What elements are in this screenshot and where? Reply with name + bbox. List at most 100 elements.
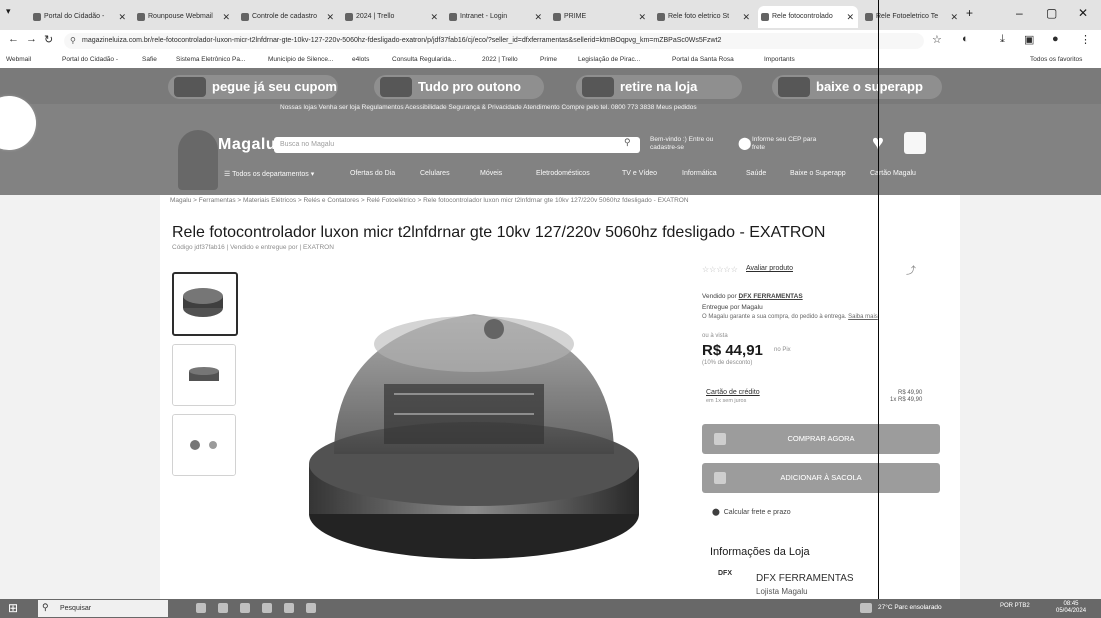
tab-rele-foto-eletrico[interactable]: Rele foto eletrico St ✕ — [654, 6, 754, 28]
close-icon[interactable]: ✕ — [638, 6, 646, 28]
store-name[interactable]: DFX FERRAMENTAS — [756, 573, 854, 584]
nav-celulares[interactable]: Celulares — [420, 170, 450, 177]
bookmark-item[interactable]: Webmail — [6, 52, 31, 68]
sidepanel-icon[interactable]: ▣ — [1024, 33, 1034, 46]
buy-now-button[interactable]: COMPRAR AGORA — [702, 424, 940, 454]
nav-ofertas[interactable]: Ofertas do Dia — [350, 170, 395, 177]
windows-start-icon[interactable]: ⊞ — [8, 601, 22, 615]
chrome-icon[interactable] — [218, 603, 228, 613]
breadcrumb[interactable]: Magalu > Ferramentas > Materiais Elétric… — [170, 197, 689, 204]
tab-rele-fotoeletrico[interactable]: Rele Fotoeletrico Te ✕ — [862, 6, 962, 28]
guarantee-link[interactable]: Saiba mais — [848, 314, 878, 320]
tab-favicon — [137, 13, 145, 21]
maximize-icon[interactable]: ▢ — [1046, 6, 1057, 20]
price-label: ou à vista — [702, 333, 728, 339]
bookmark-item[interactable]: Consulta Regularida... — [392, 52, 456, 68]
close-icon[interactable]: ✕ — [326, 6, 334, 28]
credit-card-link[interactable]: Cartão de crédito — [706, 389, 760, 396]
app-icon[interactable] — [262, 603, 272, 613]
sold-by: Vendido por DFX FERRAMENTAS — [702, 293, 803, 300]
cep-link[interactable]: Informe seu CEP para frete — [752, 136, 822, 152]
taskbar-search[interactable]: Pesquisar — [38, 600, 168, 617]
star-icon[interactable]: ☆ — [932, 33, 942, 46]
nav-superapp[interactable]: Baixe o Superapp — [790, 170, 846, 177]
top-links[interactable]: Nossas lojas Venha ser loja Regulamentos… — [280, 104, 1080, 114]
tab-trello[interactable]: 2024 | Trello ✕ — [342, 6, 442, 28]
promo-retire[interactable]: retire na loja — [576, 75, 742, 99]
nav-tv-video[interactable]: TV e Vídeo — [622, 170, 657, 177]
close-icon[interactable]: ✕ — [742, 6, 750, 28]
cart-icon[interactable] — [904, 132, 926, 154]
address-bar[interactable]: magazineluiza.com.br/rele-fotocontrolado… — [64, 33, 924, 49]
close-icon[interactable]: ✕ — [430, 6, 438, 28]
nav-saude[interactable]: Saúde — [746, 170, 766, 177]
bookmark-item[interactable]: e4lots — [352, 52, 369, 68]
rate-product-link[interactable]: Avaliar produto — [746, 265, 793, 272]
search-input[interactable]: Busca no Magalu — [274, 137, 640, 153]
app-icon[interactable] — [306, 603, 316, 613]
close-icon[interactable]: ✕ — [950, 6, 958, 28]
close-icon[interactable]: ✕ — [118, 6, 126, 28]
thumbnail-2[interactable] — [172, 344, 236, 406]
weather-status[interactable]: 27°C Parc ensolarado — [878, 604, 942, 611]
tab-intranet[interactable]: Intranet - Login ✕ — [446, 6, 546, 28]
bookmark-item[interactable]: 2022 | Trello — [482, 52, 518, 68]
back-icon[interactable]: ← — [8, 33, 19, 45]
nav-informatica[interactable]: Informática — [682, 170, 717, 177]
freight-calculator[interactable]: ⬤ Calcular frete e prazo — [712, 508, 791, 516]
bookmark-item[interactable]: Sistema Eletrônico Pa... — [176, 52, 245, 68]
promo-outono[interactable]: Tudo pro outono — [374, 75, 544, 99]
thumbnail-1[interactable] — [172, 272, 238, 336]
tab-controle-cadastro[interactable]: Controle de cadastro ✕ — [238, 6, 338, 28]
tab-list-icon[interactable]: ▾ — [6, 6, 11, 17]
taskbar-clock[interactable]: 08:45 05/04/2024 — [1056, 601, 1086, 615]
bookmark-item[interactable]: Safie — [142, 52, 157, 68]
bookmark-item[interactable]: Importants — [764, 52, 795, 68]
explorer-icon[interactable] — [240, 603, 250, 613]
bookmark-item[interactable]: Todos os favoritos — [1030, 52, 1082, 68]
bookmark-item[interactable]: Município de Silence... — [268, 52, 333, 68]
bookmark-item[interactable]: Portal da Santa Rosa — [672, 52, 734, 68]
add-to-bag-button[interactable]: ADICIONAR À SACOLA — [702, 463, 940, 493]
tab-webmail[interactable]: Rounpouse Webmail ✕ — [134, 6, 234, 28]
tab-label: PRIME — [564, 13, 587, 20]
magalu-logo[interactable]: Magalu — [218, 136, 276, 154]
site-info-icon[interactable]: ⚲ — [70, 36, 76, 45]
language-indicator[interactable]: POR PTB2 — [1000, 603, 1030, 609]
product-image[interactable] — [294, 274, 654, 574]
close-window-icon[interactable]: ✕ — [1078, 6, 1088, 20]
close-icon[interactable]: ✕ — [534, 6, 542, 28]
share-icon[interactable]: ⤴ — [906, 262, 916, 277]
tab-rele-fotocontrolado[interactable]: Rele fotocontrolado ✕ — [758, 6, 858, 28]
guarantee-text: O Magalu garante a sua compra, do pedido… — [702, 314, 878, 320]
close-icon[interactable]: ✕ — [222, 6, 230, 28]
tab-label: Rele fotocontrolado — [772, 13, 833, 20]
task-view-icon[interactable] — [196, 603, 206, 613]
minimize-icon[interactable]: – — [1016, 6, 1023, 20]
profile-icon[interactable]: ● — [1052, 33, 1059, 45]
reload-icon[interactable]: ↻ — [44, 33, 53, 46]
tab-prime[interactable]: PRIME ✕ — [550, 6, 650, 28]
extensions-icon[interactable]: ◐ — [962, 33, 969, 45]
thumbnail-3[interactable] — [172, 414, 236, 476]
search-icon[interactable]: ⚲ — [624, 137, 631, 148]
bookmark-item[interactable]: Legislação de Pirac... — [578, 52, 640, 68]
tab-portal-cidadao[interactable]: Portal do Cidadão - ✕ — [30, 6, 130, 28]
new-tab-icon[interactable]: + — [966, 6, 973, 20]
app-icon[interactable] — [284, 603, 294, 613]
nav-cartao[interactable]: Cartão Magalu — [870, 170, 916, 177]
bookmark-item[interactable]: Portal do Cidadão - — [62, 52, 118, 68]
nav-eletrodomesticos[interactable]: Eletrodomésticos — [536, 170, 590, 177]
promo-cupom[interactable]: pegue já seu cupom — [168, 75, 338, 99]
bookmark-item[interactable]: Prime — [540, 52, 557, 68]
close-icon[interactable]: ✕ — [846, 6, 854, 28]
download-icon[interactable]: ⤓ — [1000, 33, 1005, 46]
tab-label: Controle de cadastro — [252, 13, 317, 20]
nav-moveis[interactable]: Móveis — [480, 170, 502, 177]
promo-superapp[interactable]: baixe o superapp — [772, 75, 942, 99]
seller-link[interactable]: DFX FERRAMENTAS — [739, 293, 803, 300]
menu-icon[interactable]: ⋮ — [1080, 33, 1091, 46]
nav-all-departments[interactable]: ☰ Todos os departamentos ▾ — [224, 170, 314, 178]
signin-link[interactable]: Bem-vindo :) Entre ou cadastre-se — [650, 136, 730, 152]
forward-icon[interactable]: → — [26, 33, 37, 45]
